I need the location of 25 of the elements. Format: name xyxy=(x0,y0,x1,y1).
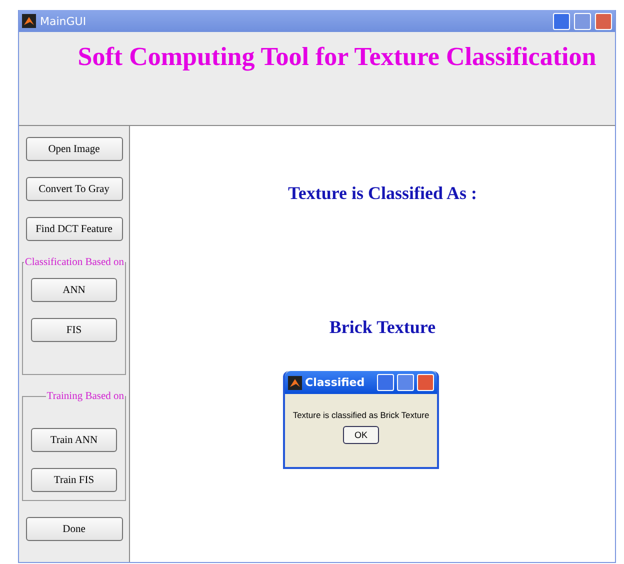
dialog-title: Classified xyxy=(305,376,366,389)
group-title: Training Based on xyxy=(46,391,125,402)
group-title: Classification Based on xyxy=(24,257,125,268)
window-title: MainGUI xyxy=(40,14,88,28)
group-button[interactable]: Train ANN xyxy=(31,428,117,452)
group-button[interactable]: ANN xyxy=(31,278,117,302)
app-logo-icon xyxy=(22,14,36,28)
close-button[interactable] xyxy=(417,374,434,391)
maximize-button[interactable] xyxy=(574,12,591,30)
sidebar-button[interactable]: Open Image xyxy=(26,137,122,161)
close-button[interactable] xyxy=(595,12,612,30)
sidebar-button[interactable]: Find DCT Feature xyxy=(26,217,122,241)
sidebar-button[interactable]: Convert To Gray xyxy=(26,177,122,201)
group-button[interactable]: FIS xyxy=(31,318,117,342)
app-logo-icon xyxy=(288,376,302,390)
dialog-message: Texture is classified as Brick Texture xyxy=(292,410,430,420)
result-heading: Texture is Classified As : xyxy=(288,183,478,204)
header-title: Soft Computing Tool for Texture Classification xyxy=(78,42,596,73)
result-text: Brick Texture xyxy=(329,317,436,338)
maximize-button[interactable] xyxy=(397,374,414,391)
minimize-button[interactable] xyxy=(553,12,570,30)
group-button[interactable]: Train FIS xyxy=(31,468,117,492)
ok-button[interactable]: OK xyxy=(343,426,379,444)
done-button[interactable]: Done xyxy=(26,517,122,541)
minimize-button[interactable] xyxy=(377,374,394,391)
